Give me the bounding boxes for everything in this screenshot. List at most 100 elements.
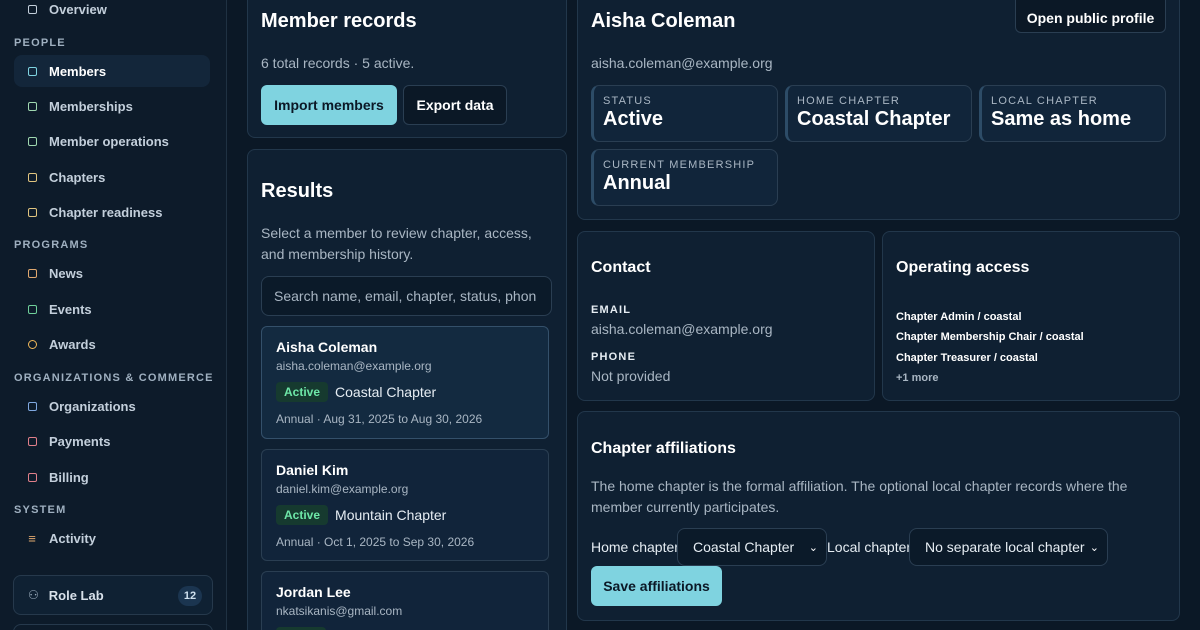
local-chapter-select[interactable]: No separate local chapter ⌄ [909, 528, 1108, 566]
sidebar-item-members[interactable]: Members [14, 55, 210, 87]
current-membership-stat: CURRENT MEMBERSHIP Annual [591, 149, 778, 206]
member-name: Aisha Coleman [276, 339, 378, 355]
local-chapter-stat: LOCAL CHAPTER Same as home [979, 85, 1166, 142]
section-label-organizations: ORGANIZATIONS & COMMERCE [14, 372, 214, 384]
export-data-button[interactable]: Export data [403, 85, 507, 125]
stat-value: Same as home [991, 108, 1132, 130]
member-name: Jordan Lee [276, 584, 351, 600]
home-chapter-label: Home chapter [591, 539, 679, 555]
sidebar-item-events[interactable]: Events [14, 293, 210, 325]
access-role-item: Chapter Treasurer / coastal [896, 352, 1038, 364]
member-detail-name: Aisha Coleman [591, 10, 736, 32]
records-summary: 6 total records · 5 active. [261, 55, 415, 71]
calendar-icon [26, 303, 38, 315]
email-label: EMAIL [591, 304, 632, 316]
role-lab-count-badge: 12 [178, 586, 202, 606]
sidebar-item-payments[interactable]: Payments [14, 425, 210, 457]
sidebar-item-overview[interactable]: Overview [14, 0, 210, 25]
sidebar-item-label: Organizations [49, 398, 136, 414]
member-term: Annual · Oct 1, 2025 to Sep 30, 2026 [276, 535, 475, 549]
section-label-programs: PROGRAMS [14, 239, 89, 251]
import-members-button[interactable]: Import members [261, 85, 397, 125]
member-chapter: Mountain Chapter [335, 507, 447, 523]
member-card[interactable]: Daniel Kim daniel.kim@example.org Active… [261, 449, 549, 561]
status-badge: Active [276, 382, 329, 402]
members-icon [26, 65, 38, 77]
chapter-affiliations-title: Chapter affiliations [591, 440, 736, 457]
stat-value: Annual [603, 172, 671, 194]
open-public-profile-button[interactable]: Open public profile [1015, 0, 1166, 33]
sidebar-item-chapters[interactable]: Chapters [14, 161, 210, 193]
chevron-down-icon: ⌄ [1089, 541, 1099, 554]
stat-value: Active [603, 108, 664, 130]
building-icon [26, 206, 38, 218]
home-chapter-select-value: Coastal Chapter [693, 539, 795, 555]
phone-value: Not provided [591, 368, 671, 384]
stat-label: LOCAL CHAPTER [991, 95, 1098, 107]
building-icon [26, 171, 38, 183]
member-detail-email: aisha.coleman@example.org [591, 55, 773, 71]
users-icon: ⚇ [28, 588, 39, 602]
member-chapter: Coastal Chapter [335, 384, 437, 400]
sidebar-item-label: Activity [49, 530, 96, 546]
credit-card-icon [26, 471, 38, 483]
sidebar-item-member-operations[interactable]: Member operations [14, 125, 210, 157]
member-name: Daniel Kim [276, 462, 349, 478]
sidebar-item-label: Members [49, 63, 107, 79]
sidebar-item-label: Member operations [49, 133, 169, 149]
stat-label: HOME CHAPTER [797, 95, 901, 107]
phone-label: PHONE [591, 351, 637, 363]
member-email: aisha.coleman@example.org [276, 359, 432, 373]
sidebar: Overview PEOPLE Members Memberships Memb… [0, 0, 227, 630]
role-lab-button[interactable]: ⚇ Role Lab 12 [13, 575, 213, 615]
stat-label: STATUS [603, 95, 652, 107]
sidebar-item-label: News [49, 265, 83, 281]
award-icon [26, 338, 38, 350]
status-badge: Active [276, 505, 329, 525]
sidebar-item-label: Awards [49, 336, 96, 352]
newspaper-icon [26, 267, 38, 279]
credit-card-icon [26, 435, 38, 447]
chevron-down-icon: ⌄ [808, 541, 818, 554]
member-email: nkatsikanis@gmail.com [276, 604, 403, 618]
contact-title: Contact [591, 259, 651, 276]
access-more-link[interactable]: +1 more [896, 372, 939, 384]
member-card[interactable]: Jordan Lee nkatsikanis@gmail.com [261, 571, 549, 630]
stat-value: Coastal Chapter [797, 108, 951, 130]
local-chapter-select-value: No separate local chapter [925, 539, 1085, 555]
operating-access-title: Operating access [896, 259, 1030, 276]
member-card[interactable]: Aisha Coleman aisha.coleman@example.org … [261, 326, 549, 439]
sidebar-item-awards[interactable]: Awards [14, 328, 210, 360]
status-stat: STATUS Active [591, 85, 778, 142]
save-affiliations-button[interactable]: Save affiliations [591, 566, 722, 606]
sidebar-item-label: Events [49, 301, 92, 317]
sidebar-item-label: Payments [49, 433, 111, 449]
card-icon [26, 135, 38, 147]
access-role-item: Chapter Membership Chair / coastal [896, 331, 1084, 343]
home-chapter-select[interactable]: Coastal Chapter ⌄ [677, 528, 827, 566]
sidebar-item-label: Memberships [49, 98, 133, 114]
chapter-affiliations-description: The home chapter is the formal affiliati… [591, 478, 1128, 515]
access-role-item: Chapter Admin / coastal [896, 311, 1022, 323]
page-title: Member records [261, 10, 417, 32]
member-email: daniel.kim@example.org [276, 482, 409, 496]
sidebar-item-label: Overview [49, 1, 107, 17]
sidebar-item-label: Chapters [49, 169, 106, 185]
sidebar-item-memberships[interactable]: Memberships [14, 90, 210, 122]
results-title: Results [261, 180, 334, 202]
role-lab-label: Role Lab [48, 587, 104, 603]
member-term: Annual · Aug 31, 2025 to Aug 30, 2026 [276, 412, 483, 426]
sidebar-item-chapter-readiness[interactable]: Chapter readiness [14, 196, 210, 228]
card-icon [26, 100, 38, 112]
sidebar-item-organizations[interactable]: Organizations [14, 390, 210, 422]
search-input[interactable]: Search name, email, chapter, status, pho… [261, 276, 552, 316]
sidebar-footer-card[interactable] [13, 624, 213, 630]
section-label-people: PEOPLE [14, 37, 66, 49]
email-value: aisha.coleman@example.org [591, 321, 773, 337]
sidebar-item-news[interactable]: News [14, 257, 210, 289]
sidebar-item-billing[interactable]: Billing [14, 461, 210, 493]
stat-label: CURRENT MEMBERSHIP [603, 159, 756, 171]
local-chapter-label: Local chapter [827, 539, 912, 555]
sidebar-item-label: Billing [49, 469, 89, 485]
sidebar-item-activity[interactable]: ≡ Activity [14, 522, 210, 554]
